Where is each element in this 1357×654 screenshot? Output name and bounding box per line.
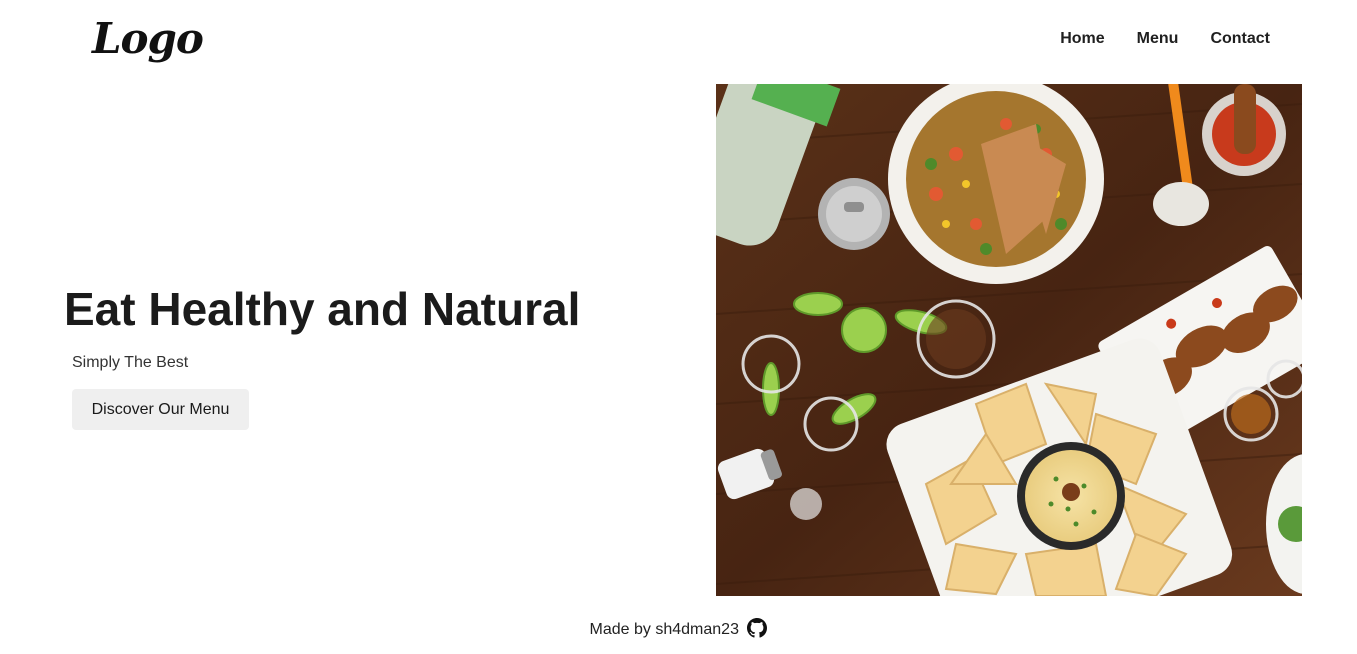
nav-home-link[interactable]: Home [1060, 30, 1104, 48]
food-photo [716, 84, 1302, 596]
nav-contact-link[interactable]: Contact [1210, 30, 1270, 48]
made-by-text: Made by sh4dman23 [589, 621, 739, 638]
logo[interactable]: Logo [92, 14, 204, 63]
github-icon[interactable] [747, 618, 768, 643]
discover-menu-button[interactable]: Discover Our Menu [72, 389, 249, 430]
main-nav: Home Menu Contact [1060, 30, 1270, 48]
nav-menu-link[interactable]: Menu [1137, 30, 1179, 48]
page: Logo Home Menu Contact Eat Healthy and N… [0, 0, 1357, 654]
hero-subtitle: Simply The Best [72, 354, 189, 371]
hero-title: Eat Healthy and Natural [64, 283, 581, 335]
site-footer: Made by sh4dman23 [0, 618, 1357, 643]
